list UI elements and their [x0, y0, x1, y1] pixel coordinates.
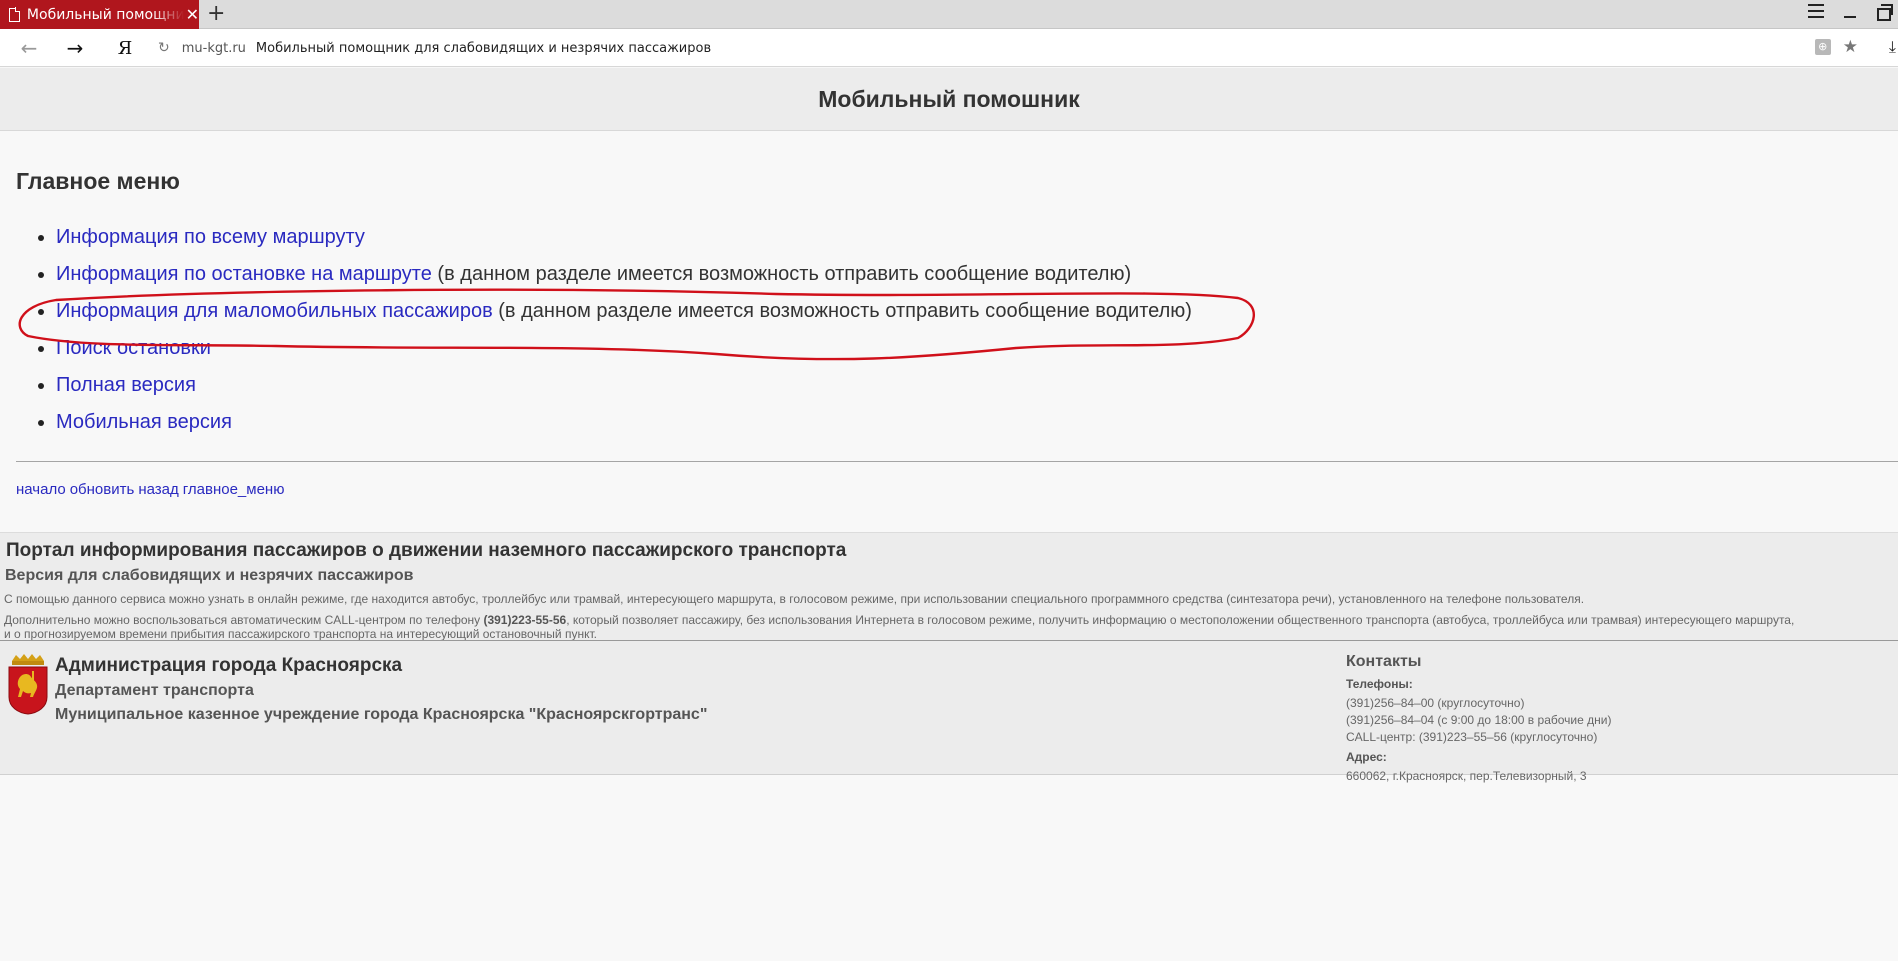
link-refresh[interactable]: обновить — [70, 481, 135, 498]
address-bar[interactable]: ↻ mu-kgt.ru Мобильный помощник для слабо… — [152, 34, 1864, 62]
portal-arrival-text: и о прогнозируемом времени прибытия пасс… — [4, 627, 597, 641]
portal-call-center-text: Дополнительно можно воспользоваться авто… — [4, 613, 1794, 627]
address-line: 660062, г.Красноярск, пер.Телевизорный, … — [1346, 769, 1587, 783]
menu-link-stop-search[interactable]: Поиск остановки — [56, 337, 211, 359]
list-item: Поиск остановки — [34, 335, 1192, 372]
department-name: Департамент транспорта — [55, 682, 254, 699]
menu-link-full-route[interactable]: Информация по всему маршруту — [56, 226, 365, 248]
phone-line: CALL-центр: (391)223–55–56 (круглосуточн… — [1346, 730, 1598, 744]
link-back[interactable]: назад — [138, 481, 178, 498]
tab-bar: Мобильный помощник для слабовидящих и не… — [0, 0, 1898, 29]
url-domain: mu-kgt.ru — [181, 40, 246, 56]
menu-note: (в данном разделе имеется возможность от… — [431, 263, 1132, 285]
tab-title: Мобильный помощник для слабовидящих и не… — [26, 6, 184, 23]
main-menu-list: Информация по всему маршруту Информация … — [34, 224, 1192, 446]
bookmark-star-icon[interactable]: ★ — [1843, 39, 1858, 56]
yandex-button[interactable]: Я — [112, 35, 138, 61]
back-arrow-icon[interactable]: ← — [16, 35, 42, 61]
contacts-block: Контакты Телефоны: (391)256–84–00 (кругл… — [1346, 653, 1611, 785]
list-item: Информация для маломобильных пассажиров … — [34, 298, 1192, 335]
close-tab-icon[interactable]: ✕ — [186, 6, 199, 23]
list-item: Мобильная версия — [34, 409, 1192, 446]
menu-link-low-mobility[interactable]: Информация для маломобильных пассажиров — [56, 300, 493, 322]
phone-line: (391)256–84–00 (круглосуточно) — [1346, 696, 1525, 710]
list-item: Полная версия — [34, 372, 1192, 409]
list-item: Информация по всему маршруту — [34, 224, 1192, 261]
phone-line: (391)256–84–04 (с 9:00 до 18:00 в рабочи… — [1346, 713, 1612, 727]
forward-arrow-icon[interactable]: → — [62, 35, 88, 61]
new-tab-button[interactable]: + — [207, 2, 225, 26]
link-main-menu[interactable]: главное_меню — [183, 481, 285, 498]
portal-info-section: Портал информирования пассажиров о движе… — [0, 532, 1898, 641]
main-menu-title: Главное меню — [16, 168, 180, 194]
address-label: Адрес: — [1346, 750, 1387, 764]
footer: Администрация города Красноярска Департа… — [0, 641, 1898, 783]
menu-link-full-version[interactable]: Полная версия — [56, 374, 196, 396]
minimize-icon[interactable] — [1842, 4, 1858, 20]
portal-subtitle: Версия для слабовидящих и незрячих пасса… — [5, 567, 414, 584]
call-center-phone: (391)223-55-56 — [483, 613, 567, 627]
contacts-title: Контакты — [1346, 653, 1422, 670]
krasnoyarsk-coat-of-arms-icon — [8, 654, 48, 715]
list-item: Информация по остановке на маршруте (в д… — [34, 261, 1192, 298]
url-page-title: Мобильный помощник для слабовидящих и не… — [255, 40, 712, 56]
link-start[interactable]: начало — [16, 481, 66, 498]
portal-description: С помощью данного сервиса можно узнать в… — [4, 592, 1585, 606]
site-header: Мобильный помошник — [0, 68, 1898, 131]
menu-link-stop-on-route[interactable]: Информация по остановке на маршруте — [56, 263, 432, 285]
download-icon[interactable]: ⤓ — [1889, 37, 1896, 57]
organization-name: Муниципальное казенное учреждение города… — [55, 706, 708, 723]
menu-link-mobile-version[interactable]: Мобильная версия — [56, 411, 232, 433]
portal-title: Портал информирования пассажиров о движе… — [6, 540, 847, 561]
text-fragment: Дополнительно можно воспользоваться авто… — [4, 613, 484, 627]
phones-label: Телефоны: — [1346, 677, 1413, 691]
active-tab[interactable]: Мобильный помощник для слабовидящих и не… — [0, 0, 199, 29]
administration-title: Администрация города Красноярска — [55, 655, 403, 676]
text-fragment: , который позволяет пассажиру, без испол… — [566, 613, 1795, 627]
divider — [16, 461, 1898, 462]
navigation-bar: ← → Я ↻ mu-kgt.ru Мобильный помощник для… — [0, 29, 1898, 67]
menu-icon[interactable] — [1808, 4, 1824, 20]
address-bar-actions: ⊕ ★ — [1814, 39, 1858, 56]
bottom-navigation: начало обновить назад главное_меню — [16, 481, 284, 498]
document-icon — [9, 7, 21, 22]
menu-note: (в данном разделе имеется возможность от… — [492, 300, 1192, 322]
page-title: Мобильный помошник — [818, 85, 1080, 112]
window-controls — [1808, 4, 1893, 21]
globe-icon[interactable]: ⊕ — [1814, 39, 1831, 55]
page-content: Мобильный помошник Главное меню Информац… — [0, 68, 1898, 961]
reload-icon[interactable]: ↻ — [158, 40, 170, 56]
restore-icon[interactable] — [1876, 4, 1893, 21]
